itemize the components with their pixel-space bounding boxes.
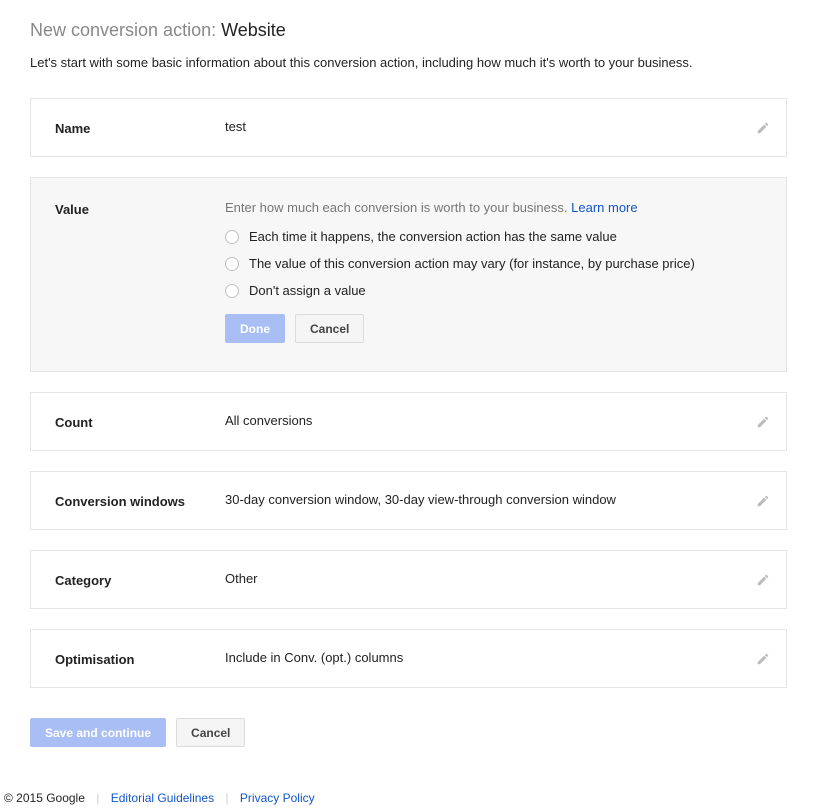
radio-icon	[225, 230, 239, 244]
pencil-icon[interactable]	[756, 121, 770, 135]
category-label: Category	[55, 571, 225, 588]
radio-icon	[225, 284, 239, 298]
windows-label: Conversion windows	[55, 492, 225, 509]
cancel-button[interactable]: Cancel	[295, 314, 364, 343]
section-name[interactable]: Name test	[30, 98, 787, 157]
page-title-prefix: New conversion action:	[30, 20, 221, 40]
footer-editorial-link[interactable]: Editorial Guidelines	[111, 791, 214, 805]
intro-text: Let's start with some basic information …	[30, 55, 787, 70]
pencil-icon[interactable]	[756, 415, 770, 429]
optimisation-label: Optimisation	[55, 650, 225, 667]
value-option-none[interactable]: Don't assign a value	[225, 283, 762, 298]
learn-more-link[interactable]: Learn more	[571, 200, 637, 215]
footer: © 2015 Google | Editorial Guidelines | P…	[0, 785, 817, 811]
page-title-subject: Website	[221, 20, 286, 40]
section-value: Value Enter how much each conversion is …	[30, 177, 787, 372]
windows-value: 30-day conversion window, 30-day view-th…	[225, 492, 762, 507]
value-hint-text: Enter how much each conversion is worth …	[225, 200, 571, 215]
value-option-vary[interactable]: The value of this conversion action may …	[225, 256, 762, 271]
footer-sep: |	[96, 791, 99, 805]
pencil-icon[interactable]	[756, 573, 770, 587]
value-hint: Enter how much each conversion is worth …	[225, 200, 762, 215]
value-label: Value	[55, 200, 225, 217]
category-value: Other	[225, 571, 762, 586]
footer-sep: |	[225, 791, 228, 805]
count-value: All conversions	[225, 413, 762, 428]
page-title: New conversion action: Website	[30, 20, 787, 41]
value-option-same[interactable]: Each time it happens, the conversion act…	[225, 229, 762, 244]
value-option-label: Don't assign a value	[249, 283, 366, 298]
value-option-label: The value of this conversion action may …	[249, 256, 695, 271]
radio-icon	[225, 257, 239, 271]
optimisation-value: Include in Conv. (opt.) columns	[225, 650, 762, 665]
name-value: test	[225, 119, 762, 134]
done-button[interactable]: Done	[225, 314, 285, 343]
pencil-icon[interactable]	[756, 652, 770, 666]
section-optimisation[interactable]: Optimisation Include in Conv. (opt.) col…	[30, 629, 787, 688]
count-label: Count	[55, 413, 225, 430]
footer-copyright: © 2015 Google	[4, 791, 85, 805]
cancel-button[interactable]: Cancel	[176, 718, 245, 747]
name-label: Name	[55, 119, 225, 136]
save-and-continue-button[interactable]: Save and continue	[30, 718, 166, 747]
value-option-label: Each time it happens, the conversion act…	[249, 229, 617, 244]
pencil-icon[interactable]	[756, 494, 770, 508]
section-category[interactable]: Category Other	[30, 550, 787, 609]
section-conversion-windows[interactable]: Conversion windows 30-day conversion win…	[30, 471, 787, 530]
footer-privacy-link[interactable]: Privacy Policy	[240, 791, 315, 805]
section-count[interactable]: Count All conversions	[30, 392, 787, 451]
